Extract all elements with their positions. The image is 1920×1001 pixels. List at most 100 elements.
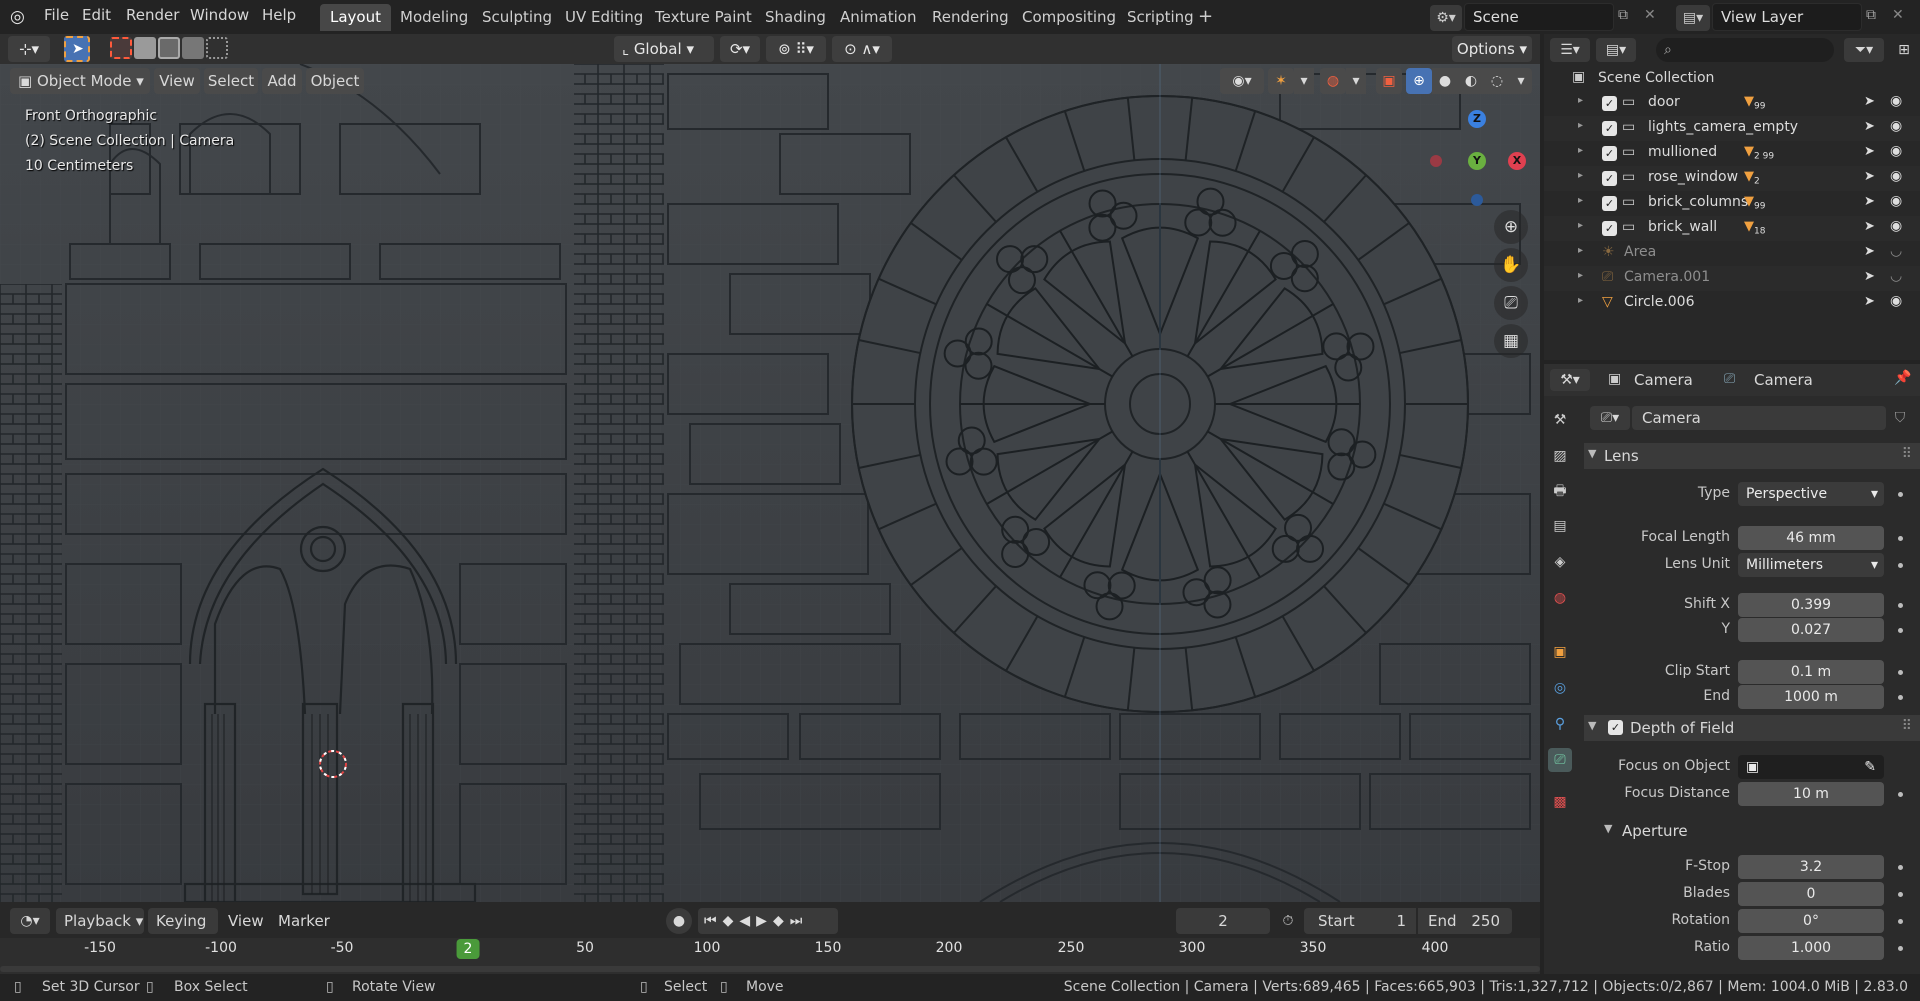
axis-x-icon[interactable]: X (1508, 152, 1526, 170)
view-layer-tab-icon[interactable]: ▤ (1548, 514, 1572, 538)
frame-start-field[interactable]: Start 1 (1304, 908, 1416, 934)
menu-edit[interactable]: Edit (82, 6, 111, 24)
camera-view-icon[interactable]: ⎚ (1494, 286, 1528, 320)
tab-texture-paint[interactable]: Texture Paint (645, 4, 762, 31)
exclude-checkbox[interactable]: ✓ (1602, 146, 1617, 161)
3d-viewport[interactable]: ▣ Object Mode ▾ View Select Add Object F… (0, 64, 1540, 902)
selectable-arrow-icon[interactable]: ➤ (1864, 269, 1875, 284)
outliner-item[interactable]: ▸ ✓ ▭ rose_window ▼2 ➤ ◉ (1544, 166, 1920, 191)
scene-selector-icon[interactable]: ⚙▾ (1430, 5, 1462, 31)
zoom-icon[interactable]: ⊕ (1494, 210, 1528, 244)
aperture-panel-header[interactable]: ▼ Aperture (1600, 818, 1920, 844)
animate-dot-icon[interactable] (1898, 892, 1903, 897)
play-reverse-icon[interactable]: ◀ (739, 913, 756, 929)
expand-arrow-icon[interactable]: ▸ (1578, 145, 1583, 156)
display-mode-icon[interactable]: ▤▾ (1596, 38, 1636, 62)
fake-user-shield-icon[interactable]: ⛉ (1888, 406, 1912, 430)
select-tool-icon[interactable]: ➤ (64, 36, 90, 62)
outliner-editor-type-icon[interactable]: ☰▾ (1550, 38, 1590, 62)
drag-handle-icon[interactable]: ⠿ (1902, 446, 1912, 462)
menu-window[interactable]: Window (190, 6, 249, 24)
axis-y-icon[interactable]: Y (1468, 152, 1486, 170)
transform-orientation-dropdown[interactable]: ⌞ Global ▾ (614, 36, 714, 62)
exclude-checkbox[interactable]: ✓ (1602, 121, 1617, 136)
exclude-checkbox[interactable]: ✓ (1602, 196, 1617, 211)
animate-dot-icon[interactable] (1898, 919, 1903, 924)
animate-dot-icon[interactable] (1898, 946, 1903, 951)
expand-arrow-icon[interactable]: ▸ (1578, 220, 1583, 231)
properties-editor-type-icon[interactable]: ⚒▾ (1550, 369, 1590, 391)
animate-dot-icon[interactable] (1898, 536, 1903, 541)
outliner-item-label[interactable]: brick_columns (1648, 194, 1748, 210)
focus-object-field[interactable]: ▣ ✎ (1738, 755, 1884, 779)
wireframe-shading-icon[interactable]: ⊕ (1406, 68, 1432, 94)
playback-menu[interactable]: Playback ▾ (56, 908, 144, 934)
select-subtract-icon[interactable] (158, 37, 180, 59)
physics-tab-icon[interactable]: ◎ (1548, 676, 1572, 700)
add-menu[interactable]: Add (262, 68, 302, 94)
timeline-editor[interactable]: ◔▾ Playback ▾ Keying ▾ View Marker ● ⏮◆◀… (0, 902, 1540, 974)
selectable-arrow-icon[interactable]: ➤ (1864, 119, 1875, 134)
clip-start-field[interactable]: 0.1 m (1738, 660, 1884, 684)
object-tab-icon[interactable]: ▣ (1548, 640, 1572, 664)
view-layer-field[interactable]: View Layer (1712, 3, 1862, 31)
material-shading-icon[interactable]: ◐ (1458, 68, 1484, 94)
select-new-icon[interactable] (110, 37, 132, 59)
menu-help[interactable]: Help (262, 6, 296, 24)
eye-icon[interactable]: ◉ (1890, 168, 1902, 184)
tab-sculpting[interactable]: Sculpting (472, 4, 562, 31)
selectable-arrow-icon[interactable]: ➤ (1864, 169, 1875, 184)
tool-tab-icon[interactable]: ⚒ (1548, 408, 1572, 432)
eye-icon[interactable]: ◉ (1890, 193, 1902, 209)
add-workspace-icon[interactable]: + (1198, 6, 1213, 27)
tab-animation[interactable]: Animation (830, 4, 926, 31)
outliner-item[interactable]: ▸ ✓ ▭ door ▼99 ➤ ◉ (1544, 91, 1920, 116)
eye-icon[interactable]: ◉ (1890, 143, 1902, 159)
jump-start-icon[interactable]: ⏮ (704, 913, 723, 929)
playback-controls[interactable]: ⏮◆◀▶◆⏭ (698, 908, 838, 934)
scene-tab-icon[interactable]: ◈ (1548, 550, 1572, 574)
animate-dot-icon[interactable] (1898, 563, 1903, 568)
selectable-arrow-icon[interactable]: ➤ (1864, 244, 1875, 259)
outliner-item-label[interactable]: Circle.006 (1624, 294, 1695, 310)
outliner-search-input[interactable]: ⌕ (1656, 38, 1834, 62)
tab-shading[interactable]: Shading (755, 4, 836, 31)
outliner-item-label[interactable]: Camera.001 (1624, 269, 1710, 285)
play-icon[interactable]: ▶ (756, 913, 773, 929)
dof-enable-checkbox[interactable]: ✓ (1608, 720, 1623, 735)
ratio-field[interactable]: 1.000 (1738, 936, 1884, 960)
new-view-layer-icon[interactable]: ⧉ (1866, 7, 1876, 23)
timeline-view-menu[interactable]: View (228, 912, 264, 930)
outliner-item[interactable]: ▸ ⎚ Camera.001 ➤ ◡ (1544, 266, 1920, 291)
menu-render[interactable]: Render (126, 6, 179, 24)
outliner-item[interactable]: ▸ ✓ ▭ mullioned ▼2 99 ➤ ◉ (1544, 141, 1920, 166)
pivot-point-icon[interactable]: ⟳▾ (720, 36, 760, 62)
selectable-arrow-icon[interactable]: ➤ (1864, 294, 1875, 309)
eyedropper-icon[interactable]: ✎ (1864, 755, 1876, 779)
filter-icon[interactable]: ⏷▾ (1844, 38, 1884, 62)
expand-arrow-icon[interactable]: ▸ (1578, 195, 1583, 206)
exclude-checkbox[interactable]: ✓ (1602, 96, 1617, 111)
outliner-root-row[interactable]: ▣ Scene Collection (1544, 66, 1920, 91)
expand-arrow-icon[interactable]: ▸ (1578, 95, 1583, 106)
overlay-toggle-icon[interactable]: ◍ (1320, 68, 1346, 94)
keying-menu[interactable]: Keying ▾ (148, 908, 218, 956)
shift-y-field[interactable]: 0.027 (1738, 618, 1884, 642)
new-scene-icon[interactable]: ⧉ (1618, 7, 1628, 23)
selectable-arrow-icon[interactable]: ➤ (1864, 194, 1875, 209)
selectable-arrow-icon[interactable]: ➤ (1864, 219, 1875, 234)
orthographic-grid-icon[interactable]: ▦ (1494, 324, 1528, 358)
lens-panel-header[interactable]: ▼ Lens ⠿ (1584, 443, 1920, 469)
outliner-item[interactable]: ▸ ☀ Area ➤ ◡ (1544, 241, 1920, 266)
frame-end-field[interactable]: End 250 (1418, 908, 1512, 934)
animate-dot-icon[interactable] (1898, 628, 1903, 633)
scene-name-field[interactable]: Scene (1464, 3, 1614, 31)
tab-uv-editing[interactable]: UV Editing (555, 4, 653, 31)
eye-closed-icon[interactable]: ◡ (1890, 268, 1902, 284)
exclude-checkbox[interactable]: ✓ (1602, 221, 1617, 236)
outliner-item-label[interactable]: mullioned (1648, 144, 1717, 160)
view-menu[interactable]: View (154, 68, 200, 94)
outliner-item[interactable]: ▸ ▽ Circle.006 ➤ ◉ (1544, 291, 1920, 316)
outliner-item-label[interactable]: lights_camera_empty (1648, 119, 1798, 135)
fstop-field[interactable]: 3.2 (1738, 855, 1884, 879)
